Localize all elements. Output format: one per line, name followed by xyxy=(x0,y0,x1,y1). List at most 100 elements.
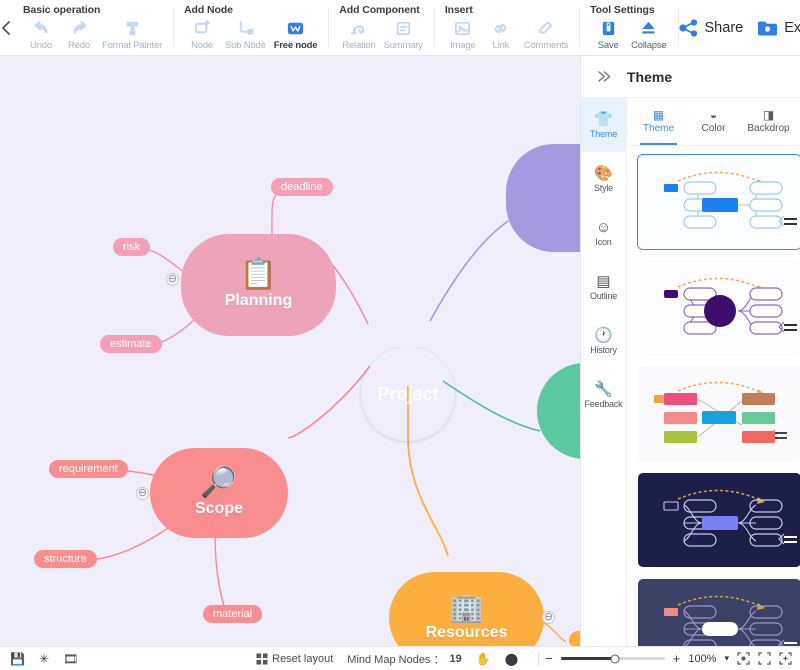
rail-item-label: History xyxy=(590,345,617,355)
branch-node-planning-label: Planning xyxy=(225,292,293,310)
format-painter-icon xyxy=(123,19,142,38)
zoom-in-button[interactable]: + xyxy=(673,652,681,665)
status-divider xyxy=(538,652,539,666)
chevron-left-icon xyxy=(0,20,13,36)
zoom-slider[interactable] xyxy=(561,657,665,660)
rail-item-theme[interactable]: 👕 Theme xyxy=(581,98,626,152)
leaf-node-structure[interactable]: structure xyxy=(34,550,97,568)
toolbar-group-items: Relation Summary xyxy=(339,17,426,52)
central-node-project[interactable]: Project xyxy=(361,347,455,441)
collapse-icon xyxy=(639,18,658,38)
paint-bucket-icon: ◨ xyxy=(763,109,774,121)
relation-icon xyxy=(349,18,368,38)
theme-card-slate[interactable] xyxy=(637,578,800,646)
theme-card-classic-blue[interactable] xyxy=(637,154,800,250)
hand-tool-icon[interactable]: ✋ xyxy=(476,653,491,665)
leaf-node-risk[interactable]: risk xyxy=(113,238,150,256)
free-node-icon xyxy=(286,19,305,38)
add-subnode-icon xyxy=(236,19,255,38)
brightness-icon[interactable]: ✳ xyxy=(39,653,49,665)
zoom-value: 100% xyxy=(688,653,716,665)
zoom-slider-knob[interactable] xyxy=(610,654,619,663)
branch-node-resources[interactable]: 🏢 Resources xyxy=(389,572,544,646)
rail-item-label: Style xyxy=(594,183,613,193)
toolbar-button-comments: Comments xyxy=(521,17,571,52)
rail-item-label: Feedback xyxy=(585,399,623,409)
leaf-node-risk-label: risk xyxy=(123,241,140,253)
summary-icon xyxy=(394,18,413,38)
back-button[interactable] xyxy=(0,0,13,55)
pointer-tool-icon[interactable]: ⬤ xyxy=(505,653,518,665)
panel-title: Theme xyxy=(627,69,672,85)
branch-node-scope[interactable]: 🔎 Scope xyxy=(150,448,288,538)
rail-item-feedback[interactable]: 🔧 Feedback xyxy=(581,368,626,422)
center-focus-icon xyxy=(737,652,750,665)
theme-card-rainbow[interactable] xyxy=(637,366,800,462)
free-node-icon xyxy=(286,18,305,38)
collapse-toggle-scope[interactable] xyxy=(136,487,149,500)
panel-header: Theme xyxy=(581,56,800,98)
toolbar-group-title: Insert xyxy=(445,4,571,16)
undo-arrow-icon xyxy=(32,19,51,38)
toolbar-button-image: Image xyxy=(445,17,481,52)
reset-layout-button[interactable]: Reset layout xyxy=(256,653,333,665)
leaf-node-deadline[interactable]: deadline xyxy=(271,178,333,196)
rail-item-outline[interactable]: ▤ Outline xyxy=(581,260,626,314)
panel-tabs: ▦ Theme◒ Color◨ Backdrop xyxy=(627,98,800,146)
toolbar-button-save[interactable]: Save xyxy=(590,17,626,52)
toolbar-button-node: Node xyxy=(184,17,220,52)
zoom-dropdown-caret[interactable]: ▾ xyxy=(724,654,729,663)
theme-card-midnight[interactable] xyxy=(637,472,800,568)
leaf-node-material-scope-label: material xyxy=(213,608,252,620)
link-icon xyxy=(491,18,510,38)
rail-item-history[interactable]: 🕐 History xyxy=(581,314,626,368)
toolbar-button-label: Comments xyxy=(524,40,568,51)
filmstrip-icon[interactable]: 🎞 xyxy=(63,653,78,665)
panel-tab-label: Backdrop xyxy=(747,123,789,134)
image-icon xyxy=(453,19,472,38)
toolbar-button-label: Node xyxy=(191,40,213,51)
panel-collapse-button[interactable] xyxy=(581,70,627,83)
magnifier-gear-icon: 🔎 xyxy=(200,468,237,498)
export-button[interactable]: Export xyxy=(757,19,800,37)
add-subnode-icon xyxy=(236,18,255,38)
toolbar-button-free-node[interactable]: Free node xyxy=(271,17,321,52)
toolbar-button-collapse[interactable]: Collapse xyxy=(628,17,669,52)
collapse-toggle-planning[interactable] xyxy=(166,273,179,286)
chevrons-right-icon xyxy=(597,70,612,83)
collapse-toggle-resources[interactable] xyxy=(542,611,555,624)
leaf-node-material-scope[interactable]: material xyxy=(203,605,262,623)
panel-tab-color[interactable]: ◒ Color xyxy=(686,98,741,145)
toolbar-group-items: Save Collapse xyxy=(590,17,669,52)
toolbar-button-label: Format Painter xyxy=(102,40,162,51)
panel-rail: 👕 Theme🎨 Style☺ Icon▤ Outline🕐 History🔧 … xyxy=(581,98,627,646)
reset-layout-icon xyxy=(256,653,268,665)
rail-item-label: Outline xyxy=(590,291,617,301)
image-icon xyxy=(453,18,472,38)
theme-card-violet[interactable] xyxy=(637,260,800,356)
status-bar: 💾 ✳ 🎞 Reset layout Mind Map Nodes ： 19 ✋… xyxy=(0,646,800,670)
leaf-node-requirement[interactable]: requirement xyxy=(49,460,128,478)
toolbar-group-add-component: Add Component Relation Summary xyxy=(329,0,434,55)
zoom-out-button[interactable]: − xyxy=(545,652,553,665)
comments-icon xyxy=(536,19,555,38)
panel-tab-backdrop[interactable]: ◨ Backdrop xyxy=(741,98,796,145)
outline-grid-icon: ▤ xyxy=(596,274,610,289)
rail-item-icon[interactable]: ☺ Icon xyxy=(581,206,626,260)
share-button[interactable]: Share xyxy=(679,19,744,37)
toolbar-button-sub-node: Sub Node xyxy=(222,17,269,52)
toolbar-button-label: Redo xyxy=(68,40,90,51)
branch-node-planning[interactable]: 📋 Planning xyxy=(181,234,336,336)
add-node-icon xyxy=(193,18,212,38)
toolbar-button-label: Save xyxy=(598,40,619,51)
leaf-node-estimate-label: estimate xyxy=(110,338,152,350)
status-right-tools: − + 100% ▾ xyxy=(545,652,800,665)
rail-item-style[interactable]: 🎨 Style xyxy=(581,152,626,206)
toolbar-button-label: Sub Node xyxy=(225,40,266,51)
clock-icon: 🕐 xyxy=(594,328,613,343)
panel-tab-theme[interactable]: ▦ Theme xyxy=(631,98,686,145)
relation-icon xyxy=(349,19,368,38)
leaf-node-estimate[interactable]: estimate xyxy=(100,335,162,353)
theme-list[interactable] xyxy=(627,146,800,646)
save-disk-icon[interactable]: 💾 xyxy=(10,653,25,665)
